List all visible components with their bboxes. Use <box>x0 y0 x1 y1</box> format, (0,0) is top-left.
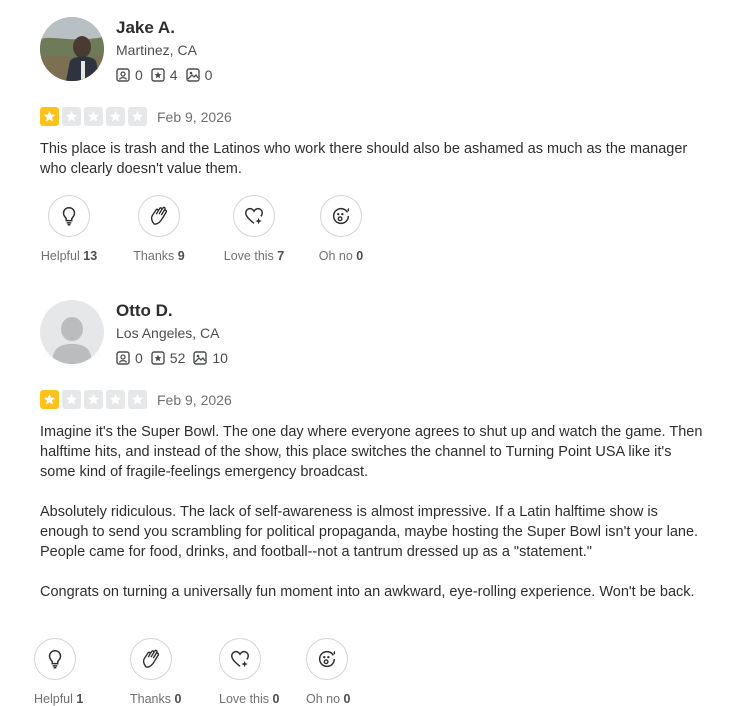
review-star-icon <box>151 351 165 365</box>
photo-icon <box>185 68 200 82</box>
love-this-button[interactable] <box>219 638 261 680</box>
star-rating: Feb 9, 2026 <box>40 107 232 126</box>
reaction-count: 7 <box>277 249 285 263</box>
friends-count: 0 <box>135 350 143 366</box>
star-icon <box>62 390 81 409</box>
review-paragraph: Absolutely ridiculous. The lack of self-… <box>40 504 699 560</box>
reaction-count: 1 <box>76 692 84 706</box>
oh-no-button[interactable] <box>320 195 362 237</box>
love-this-label: Love this 7 <box>220 249 288 263</box>
reaction-count: 9 <box>177 249 185 263</box>
reviews-stat: 52 <box>151 350 186 366</box>
reaction-count: 0 <box>343 692 351 706</box>
love-this-label: Love this 0 <box>219 692 279 706</box>
love-this-reaction[interactable]: Love this 0 <box>219 638 279 706</box>
avatar[interactable] <box>40 300 104 364</box>
reaction-label: Oh no <box>318 249 353 263</box>
star-icon <box>106 390 125 409</box>
shocked-face-icon <box>318 650 336 668</box>
lightbulb-icon <box>62 207 76 226</box>
friends-stat: 0 <box>116 350 143 366</box>
reaction-label: Oh no <box>306 692 341 706</box>
clapping-hands-icon <box>150 206 168 225</box>
star-icon <box>128 390 147 409</box>
reaction-count: 0 <box>174 692 182 706</box>
review-paragraph: Congrats on turning a universally fun mo… <box>40 584 695 600</box>
photos-count: 0 <box>204 67 213 83</box>
thanks-reaction[interactable]: Thanks 0 <box>130 638 181 706</box>
photos-stat: 10 <box>193 350 228 366</box>
reaction-label: Helpful <box>40 249 80 263</box>
thanks-button[interactable] <box>138 195 180 237</box>
reviews-stat: 4 <box>151 67 178 83</box>
oh-no-reaction[interactable]: Oh no 0 <box>306 638 351 706</box>
thanks-label: Thanks 0 <box>130 692 181 706</box>
reaction-count: 13 <box>83 249 98 263</box>
review-paragraph: Imagine it's the Super Bowl. The one day… <box>40 424 703 480</box>
star-icon <box>106 107 125 126</box>
reaction-label: Thanks <box>133 249 175 263</box>
user-location: Los Angeles, CA <box>116 325 220 341</box>
review-text: This place is trash and the Latinos who … <box>40 139 710 199</box>
friends-stat: 0 <box>116 67 143 83</box>
photos-stat: 0 <box>185 67 213 83</box>
clapping-hands-icon <box>142 649 160 668</box>
lightbulb-icon <box>48 650 62 669</box>
star-icon <box>40 390 59 409</box>
friends-icon <box>116 351 130 365</box>
thanks-label: Thanks 9 <box>130 249 188 263</box>
reaction-count: 0 <box>272 692 280 706</box>
helpful-button[interactable] <box>34 638 76 680</box>
star-rating: Feb 9, 2026 <box>40 390 232 409</box>
star-icon <box>84 107 103 126</box>
photos-count: 10 <box>212 350 228 366</box>
shocked-face-icon <box>332 207 350 225</box>
user-stats: 0 4 0 <box>116 67 220 83</box>
helpful-button[interactable] <box>48 195 90 237</box>
reviews-count: 4 <box>169 67 178 83</box>
love-this-reaction[interactable]: Love this 7 <box>220 195 288 263</box>
review-star-icon <box>151 68 165 82</box>
reaction-label: Love this <box>219 692 270 706</box>
review-date: Feb 9, 2026 <box>157 391 232 408</box>
helpful-label: Helpful 13 <box>40 249 98 263</box>
love-this-button[interactable] <box>233 195 275 237</box>
friends-icon <box>116 68 130 82</box>
reaction-label: Love this <box>223 249 274 263</box>
helpful-reaction[interactable]: Helpful 13 <box>40 195 98 263</box>
friends-count: 0 <box>135 67 143 83</box>
user-location: Martinez, CA <box>116 42 197 58</box>
review-text: Imagine it's the Super Bowl. The one day… <box>40 422 710 622</box>
helpful-label: Helpful 1 <box>34 692 83 706</box>
star-icon <box>128 107 147 126</box>
reaction-count: 0 <box>356 249 364 263</box>
user-name[interactable]: Otto D. <box>116 301 173 321</box>
oh-no-label: Oh no 0 <box>316 249 366 263</box>
star-icon <box>84 390 103 409</box>
star-icon <box>62 107 81 126</box>
photo-icon <box>193 351 208 365</box>
thanks-reaction[interactable]: Thanks 9 <box>130 195 188 263</box>
avatar[interactable] <box>40 17 104 81</box>
heart-sparkle-icon <box>245 207 263 225</box>
oh-no-button[interactable] <box>306 638 348 680</box>
star-icon <box>40 107 59 126</box>
reaction-label: Thanks <box>130 692 171 706</box>
oh-no-label: Oh no 0 <box>306 692 351 706</box>
thanks-button[interactable] <box>130 638 172 680</box>
helpful-reaction[interactable]: Helpful 1 <box>34 638 83 706</box>
review-date: Feb 9, 2026 <box>157 108 232 125</box>
review-paragraph: This place is trash and the Latinos who … <box>40 141 688 177</box>
reaction-label: Helpful <box>34 692 73 706</box>
user-name[interactable]: Jake A. <box>116 18 175 38</box>
oh-no-reaction[interactable]: Oh no 0 <box>316 195 366 263</box>
heart-sparkle-icon <box>231 650 249 668</box>
reviews-count: 52 <box>169 350 186 366</box>
user-stats: 0 52 10 <box>116 350 236 366</box>
